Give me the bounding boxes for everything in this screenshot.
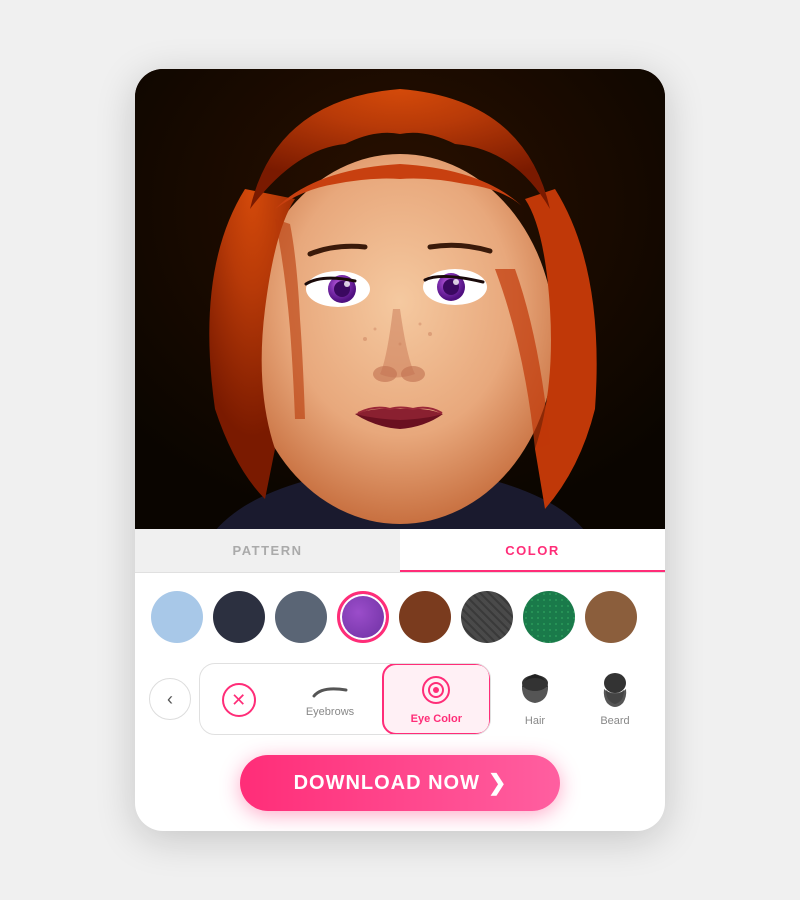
chevron-left-icon: ‹	[167, 689, 173, 710]
color-swatches	[135, 573, 665, 657]
hair-label: Hair	[525, 715, 545, 727]
swatch-green-pattern[interactable]	[523, 591, 575, 643]
tab-color[interactable]: COLOR	[400, 529, 665, 572]
tool-item-hair[interactable]: Hair	[499, 663, 571, 735]
eyebrows-label: Eyebrows	[306, 706, 354, 718]
swatch-slate-gray[interactable]	[275, 591, 327, 643]
download-label: DOWNLOAD NOW	[294, 772, 480, 795]
swatch-dark-navy[interactable]	[213, 591, 265, 643]
app-container: PATTERN COLOR ‹ ✕	[135, 69, 665, 831]
swatch-dark-gray[interactable]	[461, 591, 513, 643]
swatch-warm-brown[interactable]	[585, 591, 637, 643]
close-circle-icon: ✕	[222, 683, 256, 717]
beard-label: Beard	[600, 715, 629, 727]
hair-icon	[517, 673, 553, 711]
tab-pattern[interactable]: PATTERN	[135, 529, 400, 572]
photo-area	[135, 69, 665, 529]
tool-item-eye-color[interactable]: Eye Color	[382, 663, 491, 735]
swatch-light-blue[interactable]	[151, 591, 203, 643]
eyebrows-icon	[312, 682, 348, 704]
tool-item-beard[interactable]: Beard	[579, 663, 651, 735]
swatch-brown[interactable]	[399, 591, 451, 643]
bottom-tools: ‹ ✕ Eyebrows	[135, 657, 665, 739]
tabs-row: PATTERN COLOR	[135, 529, 665, 573]
beard-icon	[597, 673, 633, 711]
right-tools: Hair Beard	[499, 663, 651, 735]
download-button[interactable]: DOWNLOAD NOW ❯	[240, 755, 560, 811]
back-button[interactable]: ‹	[149, 678, 191, 720]
tool-group: ✕ Eyebrows	[199, 663, 491, 735]
swatch-purple[interactable]	[337, 591, 389, 643]
tool-item-eyebrows[interactable]: Eyebrows	[277, 664, 382, 734]
eye-color-label: Eye Color	[411, 713, 462, 725]
download-arrow-icon: ❯	[488, 770, 506, 796]
eye-color-icon	[418, 675, 454, 709]
tool-item-close[interactable]: ✕	[200, 664, 277, 734]
face-image	[135, 69, 665, 529]
